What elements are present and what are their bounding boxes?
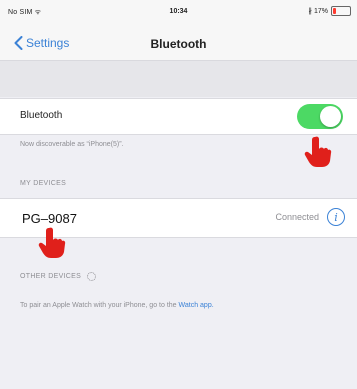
loading-spinner-icon bbox=[87, 272, 97, 281]
discoverable-note: Now discoverable as “iPhone(5)”. bbox=[20, 141, 124, 148]
battery-fill bbox=[333, 8, 336, 14]
clock: 10:34 bbox=[169, 8, 188, 15]
watch-app-link[interactable]: Watch app. bbox=[179, 302, 214, 309]
device-status: Connected bbox=[275, 212, 319, 222]
battery-percent: ∦ 17% bbox=[308, 8, 328, 15]
other-devices-label: OTHER DEVICES bbox=[20, 273, 82, 280]
bluetooth-toggle-row: Bluetooth bbox=[0, 98, 357, 135]
info-icon[interactable]: i bbox=[327, 208, 345, 226]
page-title: Bluetooth bbox=[150, 37, 207, 51]
battery-indicator: ∦ 17% bbox=[309, 6, 351, 16]
device-name: PG–9087 bbox=[22, 211, 77, 226]
status-bar: No SIM ᯤ 10:34 ∦ 17% bbox=[0, 0, 357, 30]
pointing-hand-icon bbox=[38, 227, 66, 258]
pointing-hand-icon bbox=[304, 136, 332, 167]
my-devices-header: MY DEVICES bbox=[20, 180, 67, 187]
section-separator bbox=[0, 61, 357, 97]
watch-note-text: To pair an Apple Watch with your iPhone,… bbox=[20, 302, 179, 309]
battery-icon bbox=[331, 6, 351, 16]
watch-pairing-note: To pair an Apple Watch with your iPhone,… bbox=[20, 300, 340, 311]
bluetooth-label: Bluetooth bbox=[20, 110, 63, 121]
navigation-bar: Settings Bluetooth bbox=[0, 30, 357, 61]
toggle-knob bbox=[320, 106, 341, 127]
bluetooth-toggle[interactable] bbox=[297, 104, 343, 129]
other-devices-header: OTHER DEVICES bbox=[20, 272, 97, 281]
